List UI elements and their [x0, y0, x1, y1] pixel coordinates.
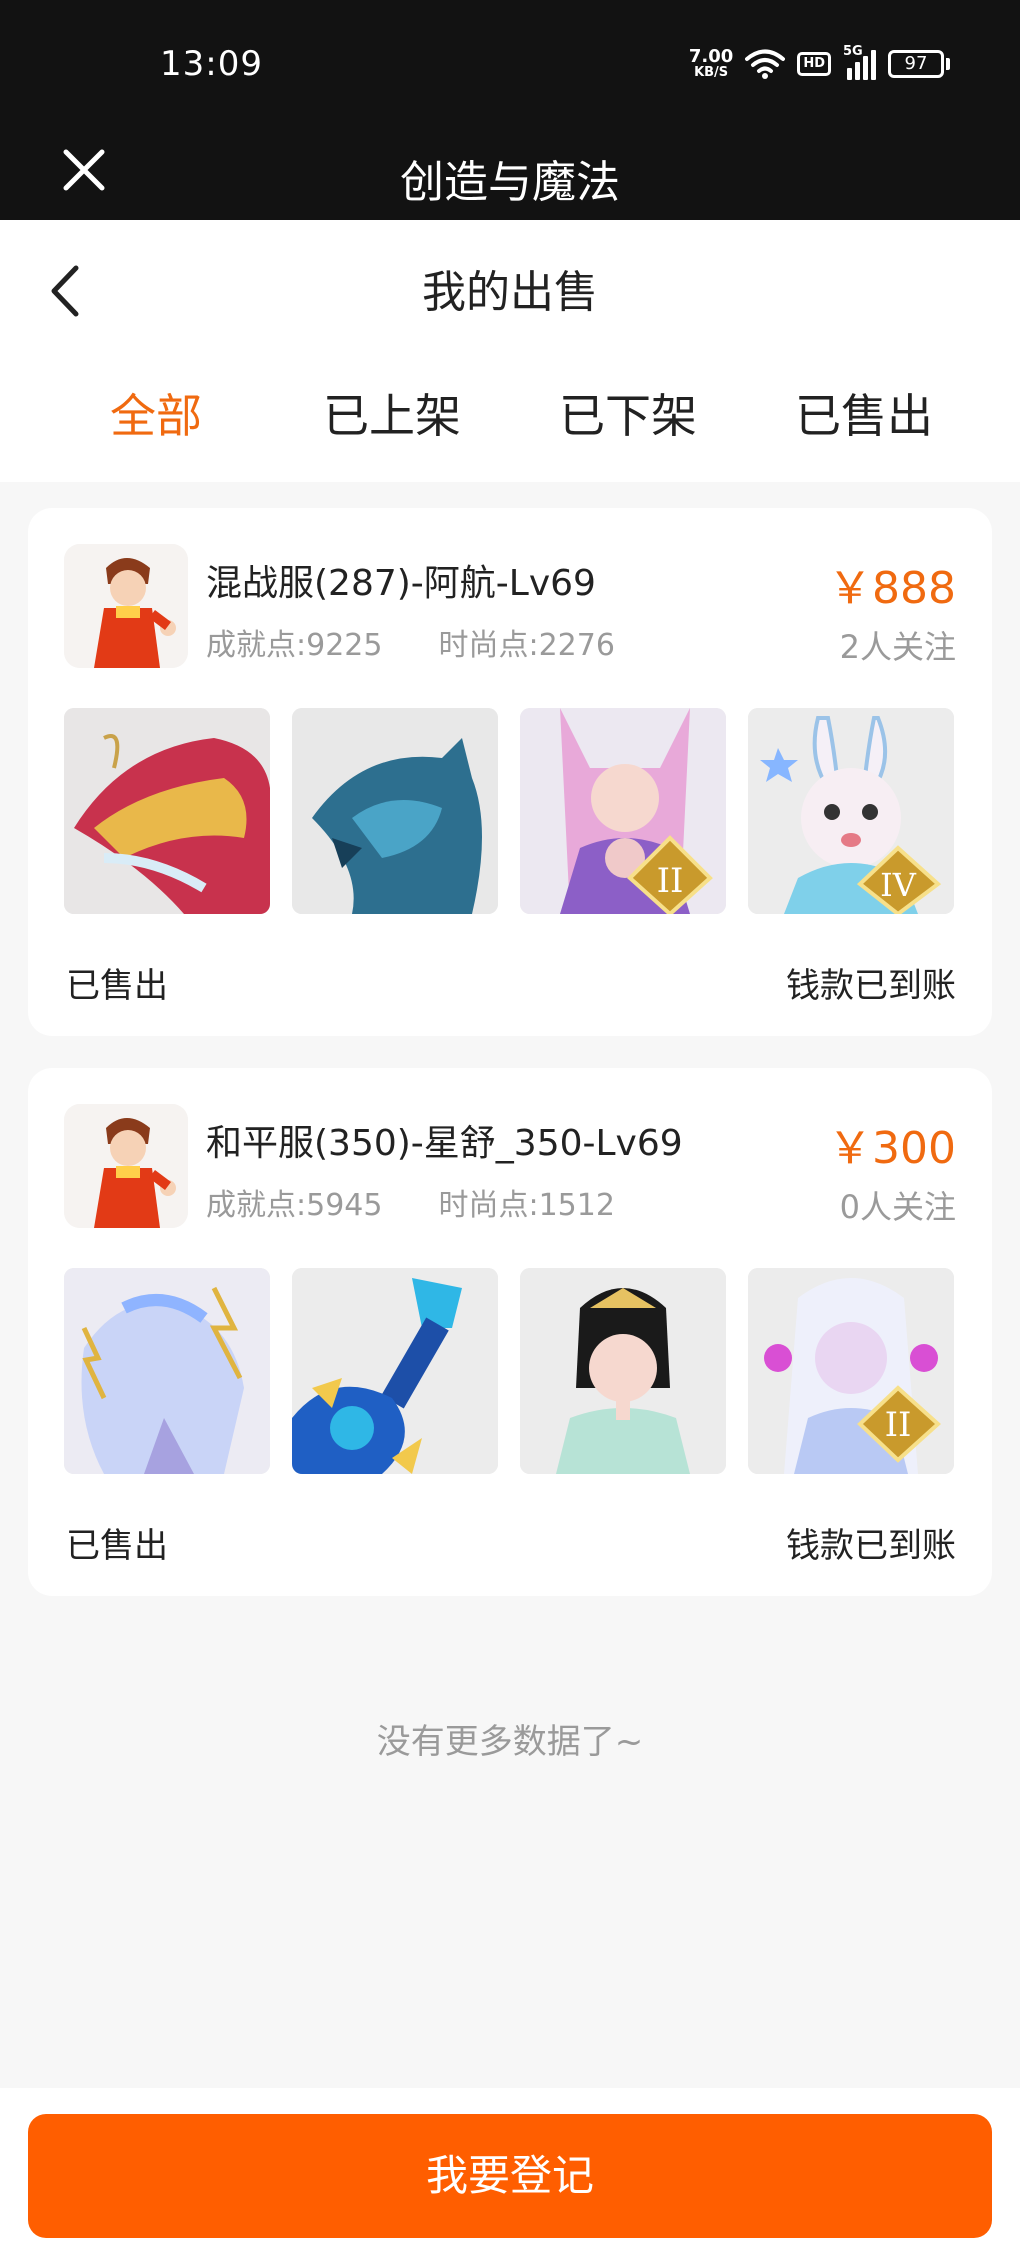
listing-card[interactable]: 和平服(350)-星舒_350-Lv69 成就点:5945 时尚点:1512 ￥3…: [28, 1068, 992, 1596]
character-avatar-image: [64, 544, 188, 668]
item-thumbnail[interactable]: [292, 708, 498, 914]
ancient-girl-image: [520, 1268, 726, 1474]
listing-stats: 成就点:9225 时尚点:2276: [206, 620, 615, 664]
item-thumbnail[interactable]: [292, 1268, 498, 1474]
tab-delisted[interactable]: 已下架: [510, 380, 746, 446]
item-thumbnail[interactable]: [64, 1268, 270, 1474]
payment-status: 钱款已到账: [786, 1526, 956, 1566]
item-thumbnails: II IV: [64, 708, 954, 914]
battery-icon: 97: [888, 50, 950, 78]
cellular-signal-icon: 5G: [843, 44, 876, 80]
red-dragon-image: [64, 708, 270, 914]
network-speed-unit: KB/S: [694, 65, 729, 80]
status-time: 13:09: [160, 44, 263, 84]
item-thumbnail[interactable]: [520, 1268, 726, 1474]
register-button[interactable]: 我要登记: [28, 2114, 992, 2238]
listing-price: ￥300: [828, 1123, 956, 1174]
listing-name: 混战服(287)-阿航-Lv69: [206, 563, 596, 604]
status-bar: 13:09 7.00 KB/S HD 5G 97: [0, 0, 1020, 124]
wifi-icon: [745, 49, 786, 79]
sale-status: 已售出: [66, 1526, 168, 1566]
white-spirit-image: II: [748, 1268, 954, 1474]
rank-badge-text: II: [657, 861, 684, 901]
follower-count: 2人关注: [839, 628, 956, 666]
tab-sold[interactable]: 已售出: [746, 380, 982, 446]
fashion-points: 时尚点:2276: [438, 628, 615, 663]
rank-badge-text: II: [885, 1405, 912, 1445]
achievement-points: 成就点:9225: [206, 628, 383, 663]
follower-count: 0人关注: [839, 1188, 956, 1226]
network-speed-value: 7.00: [688, 46, 734, 67]
end-of-list-text: 没有更多数据了~: [376, 1722, 644, 1762]
footer: 我要登记: [0, 2088, 1020, 2267]
status-icons: 7.00 KB/S HD 5G 97: [689, 44, 950, 84]
listing-stats: 成就点:5945 时尚点:1512: [206, 1180, 615, 1224]
app-bar: 创造与魔法: [0, 124, 1020, 220]
item-thumbnail[interactable]: II: [520, 708, 726, 914]
page-header: 我的出售 全部 已上架 已下架 已售出: [0, 220, 1020, 482]
page-title: 我的出售: [422, 267, 598, 318]
sale-status: 已售出: [66, 966, 168, 1006]
fox-girl-image: II: [520, 708, 726, 914]
rank-badge-text: IV: [880, 866, 917, 904]
tab-all[interactable]: 全部: [38, 380, 274, 446]
avatar: [64, 1104, 188, 1228]
ice-dragon-image: [292, 708, 498, 914]
battery-level: 97: [888, 50, 944, 78]
item-thumbnail[interactable]: II: [748, 1268, 954, 1474]
fashion-points: 时尚点:1512: [438, 1188, 615, 1223]
app-title: 创造与魔法: [400, 157, 620, 208]
spirit-horse-image: [64, 1268, 270, 1474]
item-thumbnail[interactable]: IV: [748, 708, 954, 914]
network-speed: 7.00 KB/S: [689, 48, 733, 80]
tab-bar: 全部 已上架 已下架 已售出: [0, 380, 1020, 450]
hd-badge: HD: [797, 52, 831, 76]
payment-status: 钱款已到账: [786, 966, 956, 1006]
listing-price: ￥888: [828, 563, 956, 614]
network-type-label: 5G: [843, 44, 863, 59]
character-avatar-image: [64, 1104, 188, 1228]
listing-card[interactable]: 混战服(287)-阿航-Lv69 成就点:9225 时尚点:2276 ￥888 2…: [28, 508, 992, 1036]
item-thumbnail[interactable]: [64, 708, 270, 914]
blue-guitar-image: [292, 1268, 498, 1474]
bunny-image: IV: [748, 708, 954, 914]
achievement-points: 成就点:5945: [206, 1188, 383, 1223]
item-thumbnails: II: [64, 1268, 954, 1474]
listing-name: 和平服(350)-星舒_350-Lv69: [206, 1123, 683, 1164]
avatar: [64, 544, 188, 668]
tab-listed[interactable]: 已上架: [274, 380, 510, 446]
